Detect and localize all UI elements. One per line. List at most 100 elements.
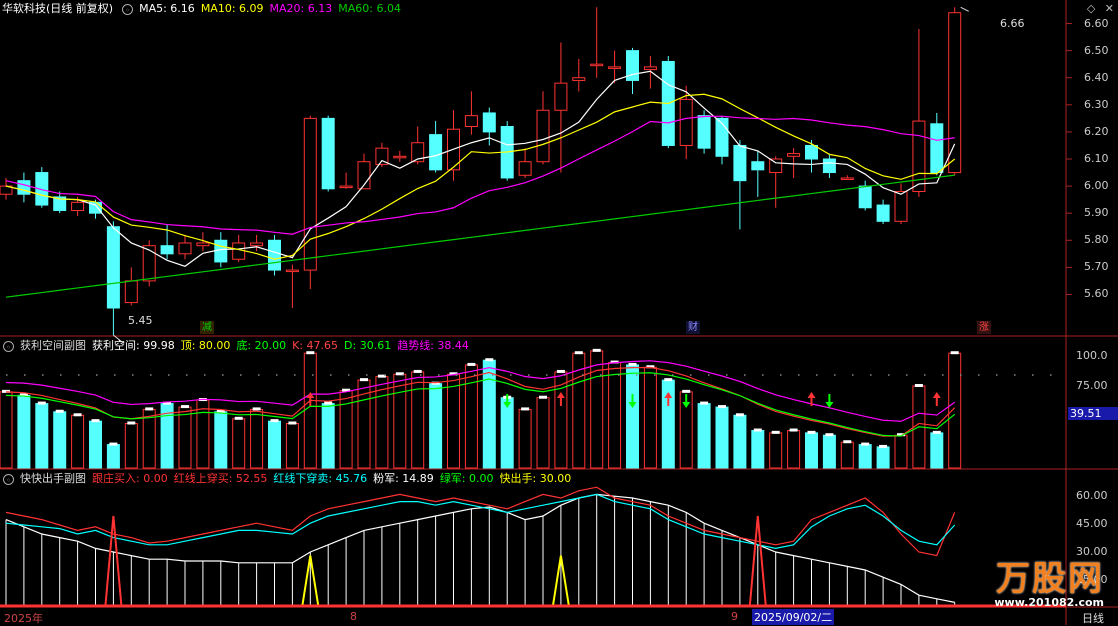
- stock-chart-canvas[interactable]: [0, 0, 1118, 625]
- top-level-dot: [168, 374, 170, 376]
- price-axis-label: 6.50: [1084, 43, 1109, 57]
- red-line: [5, 486, 956, 557]
- panel3-axis-60: 60.00: [1076, 489, 1108, 502]
- panel2-axis-100: 100.0: [1076, 349, 1108, 362]
- top-level-dot: [546, 374, 548, 376]
- profit-bar: [643, 366, 657, 469]
- candle-body: [196, 242, 210, 247]
- profit-bar: [822, 434, 836, 469]
- top-level-dot: [726, 374, 728, 376]
- top-level-dot: [618, 374, 620, 376]
- candle-body: [805, 144, 818, 160]
- top-level-dot: [312, 374, 314, 376]
- profit-bar-cap: [91, 419, 100, 423]
- profit-bar: [178, 406, 192, 469]
- top-level-dot: [186, 374, 188, 376]
- profit-bar-cap: [127, 421, 136, 425]
- profit-bar-cap: [37, 401, 46, 405]
- profit-bar-cap: [682, 389, 691, 393]
- profit-space-header: ◦ 获利空间副图 获利空间: 99.98 顶: 80.00 底: 20.00 K: 4…: [0, 337, 481, 355]
- profit-bar: [106, 444, 120, 469]
- panel3-item-3: 粉军: 14.89: [373, 472, 434, 485]
- top-level-dot: [6, 374, 8, 376]
- settings-circle-icon[interactable]: ◦: [3, 473, 14, 485]
- price-axis-label: 5.60: [1084, 287, 1109, 301]
- candle-body: [160, 245, 174, 255]
- top-level-dot: [114, 374, 116, 376]
- profit-bar-cap: [539, 395, 547, 399]
- panel3-axis-45: 45.00: [1076, 517, 1108, 530]
- low-price-label: 5.45: [128, 314, 153, 327]
- profit-bar: [464, 364, 478, 469]
- profit-bar: [948, 352, 962, 469]
- profit-bar: [787, 430, 801, 469]
- profit-bar-cap: [932, 430, 941, 434]
- candle-body: [876, 204, 890, 222]
- settings-circle-icon[interactable]: ◦: [122, 3, 134, 15]
- ma5-line: [5, 70, 956, 267]
- profit-bar-cap: [861, 442, 870, 446]
- top-level-dot: [996, 374, 998, 376]
- profit-bar: [751, 430, 765, 469]
- top-level-dot: [708, 374, 710, 376]
- ma5-value: MA5: 6.16: [139, 2, 195, 15]
- profit-bar: [500, 397, 514, 469]
- top-level-dot: [1014, 374, 1016, 376]
- high-price-label: 6.66: [1000, 17, 1025, 30]
- price-axis-label: 6.10: [1084, 152, 1109, 165]
- candle-body: [518, 161, 532, 176]
- watermark-logo: 万股网 www.201082.com: [994, 551, 1104, 609]
- candle-body: [554, 82, 568, 111]
- profit-bar-cap: [324, 401, 333, 405]
- event-badge-reduce[interactable]: 减: [200, 321, 214, 334]
- profit-bar: [250, 408, 264, 469]
- event-badge-finance[interactable]: 财: [686, 321, 700, 334]
- candle-body: [590, 63, 604, 67]
- profit-bar: [232, 418, 246, 469]
- top-level-dot: [582, 374, 584, 376]
- top-level-dot: [204, 374, 206, 376]
- top-level-dot: [348, 374, 350, 376]
- ma10-value: MA10: 6.09: [200, 2, 264, 15]
- profit-bar: [393, 373, 407, 469]
- profit-bar-cap: [467, 362, 476, 366]
- panel2-item-1: 顶: 80.00: [180, 339, 231, 352]
- profit-bar-cap: [592, 348, 601, 352]
- top-level-dot: [366, 374, 368, 376]
- profit-bar: [321, 403, 335, 469]
- top-level-dot: [96, 374, 98, 376]
- profit-bar: [303, 352, 317, 469]
- top-level-dot: [78, 374, 80, 376]
- period-label[interactable]: 日线: [1082, 610, 1104, 626]
- profit-bar-cap: [914, 384, 923, 387]
- profit-bar: [0, 391, 13, 469]
- diamond-icon[interactable]: ◇: [1087, 2, 1095, 15]
- profit-bar: [840, 441, 854, 469]
- candle-body: [178, 242, 192, 255]
- profit-bar: [805, 432, 818, 469]
- profit-bar: [733, 414, 747, 469]
- candle-body: [643, 66, 657, 71]
- profit-bar: [715, 406, 729, 469]
- top-level-dot: [456, 374, 458, 376]
- top-level-dot: [816, 374, 818, 376]
- profit-bar-cap: [109, 442, 118, 446]
- price-axis-label: 6.20: [1084, 124, 1109, 138]
- profit-bar-cap: [252, 407, 261, 411]
- candle-body: [464, 115, 478, 127]
- profit-bar-cap: [807, 430, 816, 434]
- settings-circle-icon[interactable]: ◦: [3, 340, 14, 352]
- top-level-dot: [528, 374, 530, 376]
- candle-body: [124, 280, 138, 304]
- event-badge-rise[interactable]: 涨: [977, 321, 991, 334]
- close-icon[interactable]: ✕: [1105, 2, 1114, 15]
- top-level-dot: [294, 374, 296, 376]
- top-level-dot: [150, 374, 152, 376]
- profit-bar-cap: [181, 405, 189, 409]
- candle-body: [106, 226, 120, 309]
- profit-bar: [697, 403, 711, 469]
- ma60-value: MA60: 6.04: [338, 2, 401, 15]
- top-level-dot: [960, 374, 962, 376]
- x-axis-month-9: 9: [731, 610, 738, 623]
- top-level-dot: [870, 374, 872, 376]
